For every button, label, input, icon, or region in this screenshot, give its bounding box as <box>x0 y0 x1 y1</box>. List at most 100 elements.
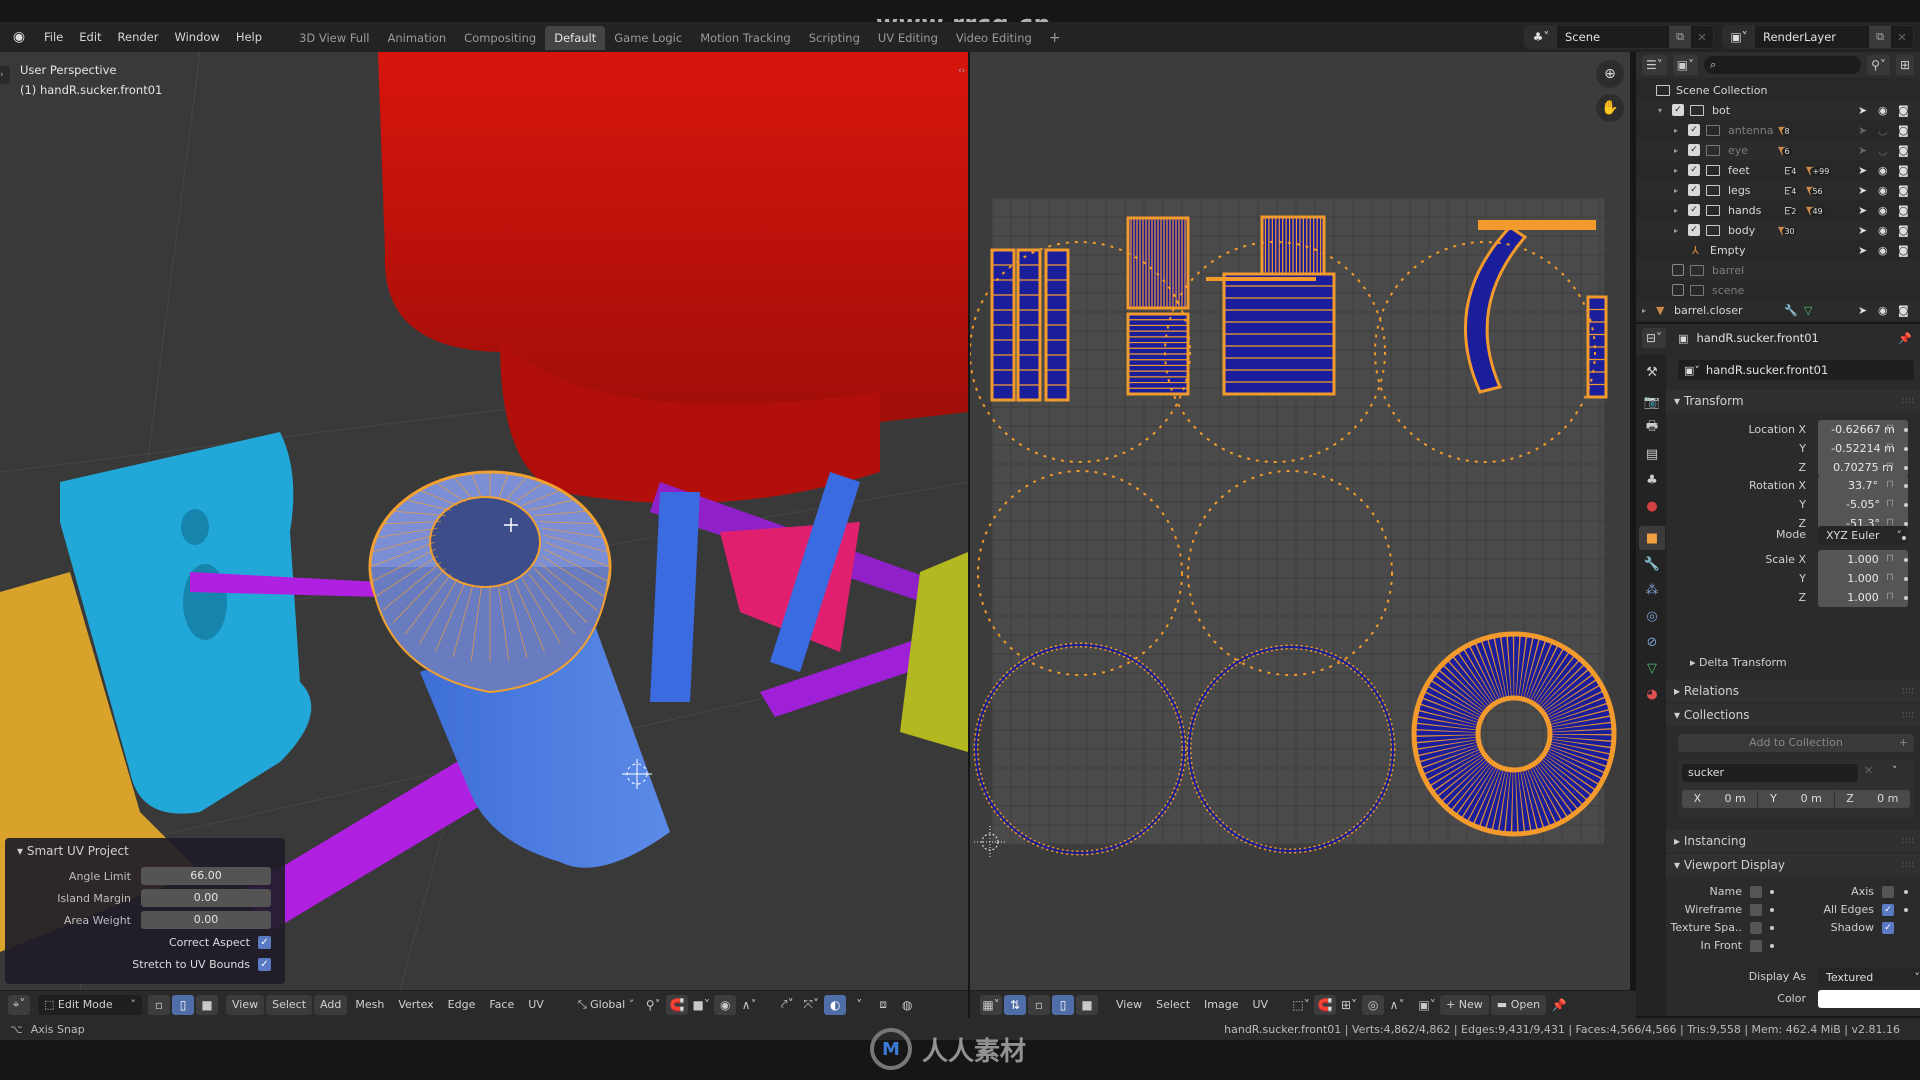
correct-aspect-checkbox[interactable]: ✓ <box>258 935 271 949</box>
expand-arrow-icon[interactable]: ▸ <box>1674 226 1678 235</box>
tab-scripting[interactable]: Scripting <box>800 26 869 50</box>
delete-view-layer-icon[interactable]: ✕ <box>1891 26 1913 48</box>
keyframe-dot-icon[interactable] <box>1904 577 1908 581</box>
outliner-row-bot[interactable]: ▾ ✓ bot ➤ ◉ ◙ <box>1636 100 1920 120</box>
render-tab-icon[interactable]: 📷 <box>1639 390 1665 414</box>
location-y-field[interactable]: -0.52214 m <box>1818 439 1908 458</box>
uv-pivot-icon[interactable]: ⬚˅ <box>1290 995 1312 1015</box>
menu-window[interactable]: Window <box>166 26 227 48</box>
lock-icon[interactable]: ⊓ <box>1886 423 1894 434</box>
scene-name[interactable]: Scene <box>1557 30 1669 44</box>
outliner-search-input[interactable]: ⌕ <box>1704 56 1862 74</box>
outliner-row-legs[interactable]: ▸ ✓ legs ⊟4 ▼56 ➤ ◉ ◙ <box>1636 180 1920 200</box>
snap-toggle-icon[interactable]: 🧲 <box>666 994 689 1015</box>
expand-arrow-icon[interactable]: ▾ <box>1658 106 1662 115</box>
keyframe-dot-icon[interactable] <box>1902 536 1906 540</box>
scene-tab-icon[interactable]: ♣ <box>1639 468 1665 492</box>
pan-view-icon[interactable]: ✋ <box>1596 94 1624 122</box>
island-margin-field[interactable]: 0.00 <box>141 889 271 907</box>
outliner-row-antenna[interactable]: ▸ ✓ antenna ▼8 ➤ ◡ ◙ <box>1636 120 1920 140</box>
lock-icon[interactable]: ⊓ <box>1886 498 1894 509</box>
menu-help[interactable]: Help <box>228 26 270 48</box>
edge-select-icon[interactable]: ▯ <box>172 994 194 1015</box>
outliner-row-body[interactable]: ▸ ✓ body ▼30 ➤ ◉ ◙ <box>1636 220 1920 240</box>
uv-face-select-icon[interactable]: ■ <box>1076 994 1098 1015</box>
lock-icon[interactable]: ⊓ <box>1886 442 1894 453</box>
image-browse-icon[interactable]: ▣˅ <box>1416 995 1438 1015</box>
vd-shadow-checkbox[interactable]: ✓ <box>1882 922 1894 934</box>
visibility-eye-icon[interactable]: ◉ <box>1878 204 1888 217</box>
selectable-toggle-icon[interactable]: ➤ <box>1858 104 1867 117</box>
select-tool-icon[interactable]: ⤤˅ <box>776 995 798 1015</box>
tab-3d-view-full[interactable]: 3D View Full <box>290 26 378 50</box>
overlays-dropdown-icon[interactable]: ˅ <box>848 995 870 1015</box>
uv-island-bar[interactable] <box>1478 220 1596 230</box>
exclude-checkbox[interactable]: ✓ <box>1688 204 1700 216</box>
uv-canvas[interactable] <box>970 52 1630 990</box>
visibility-eye-icon[interactable]: ◉ <box>1878 164 1888 177</box>
expand-arrow-icon[interactable]: ▸ <box>1674 126 1678 135</box>
menu-add[interactable]: Add <box>314 994 348 1015</box>
angle-limit-field[interactable]: 66.00 <box>141 867 271 885</box>
pivot-point-icon[interactable]: ⚲˅ <box>642 995 664 1015</box>
visibility-eye-icon[interactable]: ◉ <box>1878 304 1888 317</box>
filter-icon[interactable]: ⚲˅ <box>1867 55 1890 75</box>
lock-icon[interactable]: ⊓ <box>1886 572 1894 583</box>
visibility-eye-icon[interactable]: ◉ <box>1878 104 1888 117</box>
new-image-button[interactable]: + New <box>1440 994 1489 1015</box>
exclude-checkbox[interactable]: ✓ <box>1688 184 1700 196</box>
delta-transform-header[interactable]: ▸ Delta Transform <box>1690 656 1787 669</box>
selectable-toggle-icon[interactable]: ➤ <box>1858 304 1867 317</box>
keyframe-dot-icon[interactable] <box>1904 596 1908 600</box>
render-camera-icon[interactable]: ◙ <box>1898 144 1909 157</box>
exclude-checkbox[interactable]: ✓ <box>1688 124 1700 136</box>
instancing-section-header[interactable]: ▸ Instancing:::: <box>1666 830 1920 852</box>
tab-compositing[interactable]: Compositing <box>455 26 545 50</box>
menu-file[interactable]: File <box>36 26 71 48</box>
visibility-eye-icon[interactable]: ◉ <box>1878 244 1888 257</box>
render-camera-icon[interactable]: ◙ <box>1898 104 1909 117</box>
render-camera-icon[interactable]: ◙ <box>1898 124 1909 137</box>
lock-icon[interactable]: ⊓ <box>1886 591 1894 602</box>
tab-game-logic[interactable]: Game Logic <box>605 26 691 50</box>
pin-icon[interactable]: 📌 <box>1898 332 1912 345</box>
view-layer-icon[interactable]: ▣˅ <box>1723 26 1755 48</box>
menu-edge[interactable]: Edge <box>442 995 482 1015</box>
scale-y-field[interactable]: 1.000 <box>1818 569 1908 588</box>
scale-z-field[interactable]: 1.000 <box>1818 588 1908 607</box>
keyframe-dot-icon[interactable] <box>1904 908 1908 912</box>
add-to-collection-button[interactable]: Add to Collection + <box>1678 734 1914 752</box>
world-tab-icon[interactable]: ● <box>1639 494 1665 518</box>
new-scene-icon[interactable]: ⧉ <box>1669 26 1691 48</box>
location-x-field[interactable]: -0.62667 m <box>1818 420 1908 439</box>
keyframe-dot-icon[interactable] <box>1904 447 1908 451</box>
collections-section-header[interactable]: ▾ Collections:::: <box>1666 704 1920 726</box>
scene-icon[interactable]: ♣˅ <box>1525 26 1557 48</box>
overlays-icon[interactable]: ◐ <box>824 994 847 1015</box>
pin-icon[interactable]: 📌 <box>1548 995 1570 1015</box>
outliner-row-scene-collection[interactable]: Scene Collection <box>1636 80 1920 100</box>
outliner-editor-type-icon[interactable]: ☰˅ <box>1642 55 1667 75</box>
outliner-row-hands[interactable]: ▸ ✓ hands ⊟2 ▼49 ➤ ◉ ◙ <box>1636 200 1920 220</box>
delete-scene-icon[interactable]: ✕ <box>1691 26 1713 48</box>
render-camera-icon[interactable]: ◙ <box>1898 244 1909 257</box>
uv-island-strip[interactable] <box>1586 295 1608 399</box>
modifier-tab-icon[interactable]: 🔧 <box>1639 552 1665 576</box>
drag-handle-icon[interactable]: :::: <box>1902 686 1914 696</box>
render-camera-icon[interactable]: ◙ <box>1898 184 1909 197</box>
particles-tab-icon[interactable]: ⁂ <box>1639 578 1665 602</box>
keyframe-dot-icon[interactable] <box>1770 944 1774 948</box>
lock-icon[interactable]: ⊓ <box>1886 461 1894 472</box>
render-camera-icon[interactable]: ◙ <box>1898 204 1909 217</box>
gizmo-icon[interactable]: ⤧˅ <box>800 995 822 1015</box>
vd-alledges-checkbox[interactable]: ✓ <box>1882 904 1894 916</box>
scale-x-field[interactable]: 1.000 <box>1818 550 1908 569</box>
open-image-button[interactable]: ▬ Open <box>1490 994 1547 1015</box>
visibility-eye-icon[interactable]: ◡ <box>1878 144 1888 157</box>
selectable-toggle-icon[interactable]: ➤ <box>1858 164 1867 177</box>
sidebar-expand-button[interactable]: ‹› <box>958 66 968 84</box>
lock-icon[interactable]: ⊓ <box>1886 553 1894 564</box>
outliner-row-eye[interactable]: ▸ ✓ eye ▼6 ➤ ◡ ◙ <box>1636 140 1920 160</box>
exclude-checkbox[interactable]: ✓ <box>1688 164 1700 176</box>
tab-animation[interactable]: Animation <box>378 26 455 50</box>
